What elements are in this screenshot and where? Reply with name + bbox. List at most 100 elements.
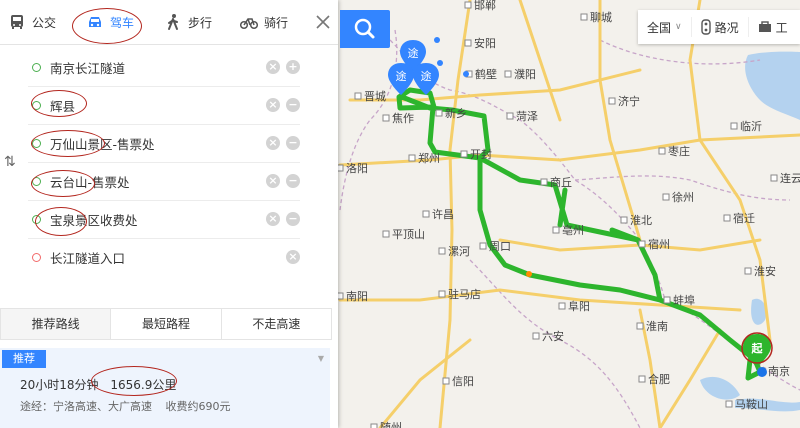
via-marker-dot: [437, 60, 443, 66]
route-waypoint-dot: [526, 271, 532, 277]
city-name: 淮南: [646, 320, 668, 333]
city-dot: [662, 193, 670, 201]
city-name: 平顶山: [392, 228, 425, 241]
remove-stop-button[interactable]: −: [286, 174, 300, 188]
clear-stop-button[interactable]: ×: [286, 250, 300, 264]
search-button[interactable]: [340, 10, 390, 48]
mode-bus[interactable]: 公交: [8, 0, 56, 44]
route-stops: 南京长江隧道 × + 辉县 × − 万仙山景区-售票处 × − 云台山-售票处 …: [0, 45, 338, 279]
stop-dot: [32, 252, 41, 262]
city-name: 阜阳: [568, 300, 590, 313]
walk-icon: [168, 14, 178, 30]
stop-dot: [32, 62, 41, 72]
stop-text[interactable]: 辉县: [50, 96, 260, 115]
route-distance: 1656.9公里: [110, 378, 177, 392]
city-dot: [438, 247, 446, 255]
stop-destination[interactable]: 长江隧道入口 ×: [28, 238, 300, 276]
tab-shortest[interactable]: 最短路程: [111, 309, 222, 339]
city-name: 商丘: [550, 175, 572, 189]
city-name: 新乡: [445, 106, 467, 120]
end-marker[interactable]: [757, 367, 767, 377]
traffic-button[interactable]: 路况: [692, 17, 749, 37]
city-dot: [479, 242, 487, 250]
city-dot: [438, 290, 446, 298]
city-name: 六安: [542, 329, 564, 343]
stop-waypoint[interactable]: 辉县 × −: [28, 86, 300, 125]
search-icon: [354, 18, 375, 39]
mode-walk-label: 步行: [188, 15, 213, 30]
clear-stop-button[interactable]: ×: [266, 98, 280, 112]
city-name: 邯郸: [474, 0, 496, 12]
tools-button[interactable]: 工: [749, 17, 797, 37]
city-dot: [464, 39, 472, 47]
route-result[interactable]: 推荐 ▼ 20小时18分钟 1656.9公里 途经：宁洛高速、大广高速 收费约6…: [0, 348, 330, 428]
via-marker-dot: [463, 71, 469, 77]
city-name: 郑州: [418, 151, 440, 165]
city-name: 鹤壁: [475, 67, 497, 81]
stop-waypoint[interactable]: 云台山-售票处 × −: [28, 162, 300, 201]
city-dot: [770, 174, 778, 182]
tab-recommended[interactable]: 推荐路线: [1, 309, 112, 339]
mode-walk[interactable]: 步行: [164, 0, 212, 44]
traffic-label: 路况: [714, 20, 739, 35]
city-name: 宿迁: [733, 211, 755, 225]
city-name: 焦作: [392, 112, 414, 125]
clear-stop-button[interactable]: ×: [266, 136, 280, 150]
city-name: 临沂: [740, 119, 762, 133]
stop-text[interactable]: 宝泉景区收费处: [50, 210, 260, 229]
stop-waypoint[interactable]: 万仙山景区-售票处 × −: [28, 124, 300, 163]
stop-text[interactable]: 南京长江隧道: [50, 58, 260, 77]
city-dot: [464, 1, 472, 9]
city-name: 南京: [768, 364, 790, 378]
stop-origin[interactable]: 南京长江隧道 × +: [28, 48, 300, 87]
city-dot: [658, 147, 666, 155]
city-dot: [744, 267, 752, 275]
city-dot: [663, 296, 671, 304]
remove-stop-button[interactable]: −: [286, 212, 300, 226]
city-dot: [435, 109, 443, 117]
tab-no-highway[interactable]: 不走高速: [222, 309, 331, 339]
city-dot: [506, 112, 514, 120]
city-name: 菏泽: [516, 110, 538, 123]
city-name: 淮北: [630, 214, 652, 227]
remove-stop-button[interactable]: −: [286, 136, 300, 150]
city-name: 周口: [489, 240, 511, 253]
travel-mode-bar: 公交 驾车 步行 骑行: [0, 0, 338, 45]
stop-text[interactable]: 云台山-售票处: [50, 172, 260, 191]
stop-text[interactable]: 万仙山景区-售票处: [50, 134, 260, 153]
city-name: 驻马店: [448, 287, 481, 301]
toolbox-icon: [758, 21, 771, 32]
swap-icon[interactable]: ⇅: [4, 154, 16, 170]
tools-label: 工: [775, 20, 788, 35]
mode-bike[interactable]: 骑行: [240, 0, 288, 44]
stop-text[interactable]: 长江隧道入口: [50, 248, 280, 267]
city-dot: [408, 154, 416, 162]
route-duration: 20小时18分钟: [20, 378, 99, 392]
region-selector[interactable]: 全国 ∨: [638, 17, 692, 37]
city-dot: [723, 214, 731, 222]
chevron-down-icon[interactable]: ▼: [318, 354, 324, 363]
mode-car[interactable]: 驾车: [86, 0, 134, 44]
city-name: 信阳: [452, 375, 474, 388]
city-dot: [442, 377, 450, 385]
traffic-light-icon: [700, 19, 711, 35]
city-name: 淮安: [754, 264, 776, 278]
clear-stop-button[interactable]: ×: [266, 174, 280, 188]
add-stop-button[interactable]: +: [286, 60, 300, 74]
city-dot: [638, 240, 646, 248]
clear-stop-button[interactable]: ×: [266, 212, 280, 226]
stop-dot: [32, 214, 41, 224]
remove-stop-button[interactable]: −: [286, 98, 300, 112]
city-dot: [638, 375, 646, 383]
mode-bike-label: 骑行: [264, 15, 289, 30]
city-dot: [580, 13, 588, 21]
close-icon[interactable]: [314, 13, 332, 31]
chevron-down-icon: ∨: [675, 22, 682, 32]
stop-waypoint[interactable]: 宝泉景区收费处 × −: [28, 200, 300, 239]
bike-icon: [240, 18, 258, 30]
city-name: 连云港: [780, 172, 800, 185]
city-dot: [422, 210, 430, 218]
city-dot: [552, 226, 560, 234]
city-name: 蚌埠: [673, 293, 695, 307]
clear-stop-button[interactable]: ×: [266, 60, 280, 74]
